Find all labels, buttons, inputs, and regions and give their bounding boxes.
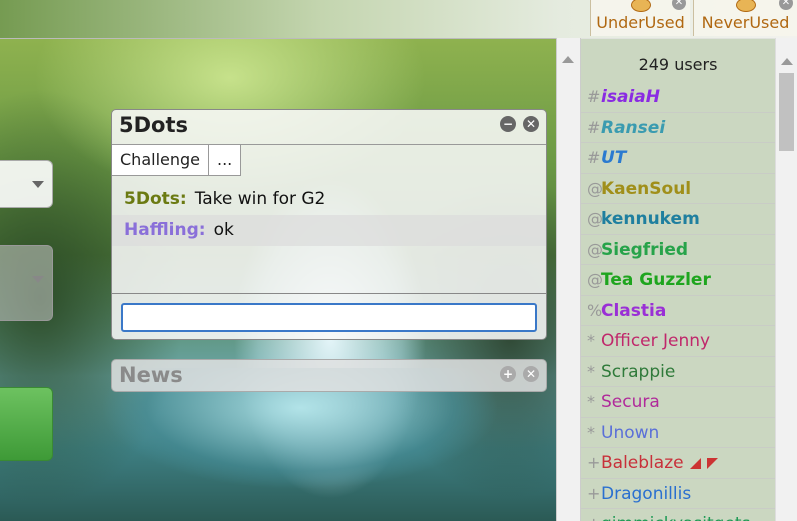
message-author[interactable]: 5Dots	[124, 189, 180, 209]
user-name[interactable]: Scrappie	[601, 362, 675, 382]
user-rank: @	[587, 270, 603, 289]
format-tab-label: UnderUsed	[596, 13, 685, 32]
format-tab-neverused[interactable]: ✕ NeverUsed	[693, 0, 797, 36]
user-rank: @	[587, 239, 603, 259]
userlist-scrollbar[interactable]	[775, 38, 797, 521]
format-tab-underused[interactable]: ✕ UnderUsed	[590, 0, 690, 36]
user-name[interactable]: Dragonillis	[601, 484, 691, 504]
user-name[interactable]: UT	[601, 148, 626, 168]
chat-bubble-icon	[630, 0, 651, 12]
user-rank: #	[587, 87, 601, 106]
user-list-item[interactable]: @Siegfried	[581, 235, 775, 265]
user-list-item[interactable]: * Officer Jenny	[581, 326, 775, 357]
news-panel: News + ✕	[111, 359, 547, 392]
user-rank: *	[587, 331, 595, 350]
chat-message: Haffling: ok	[112, 215, 546, 246]
user-rank: +	[587, 509, 601, 521]
minimize-icon[interactable]: −	[500, 116, 516, 132]
divider	[112, 293, 546, 294]
challenge-button[interactable]: Challenge	[112, 145, 209, 176]
chat-bubble-icon	[735, 0, 756, 12]
user-list-item[interactable]: @kennukem	[581, 204, 775, 235]
user-list-item[interactable]: %Clastia	[581, 296, 775, 326]
user-rank: @	[587, 178, 603, 198]
close-icon[interactable]: ✕	[672, 0, 686, 10]
user-list-item[interactable]: +gimmickyasitgets	[581, 509, 775, 521]
top-bar: ✕ UnderUsed ✕ NeverUsed	[0, 0, 797, 39]
user-rank: @	[587, 209, 603, 228]
user-name[interactable]: Ransei	[601, 118, 665, 138]
user-list-item[interactable]: #isaiaH	[581, 82, 775, 113]
message-log: 5Dots: Take win for G2 Haffling: ok	[112, 184, 546, 246]
user-name[interactable]: isaiaH	[601, 87, 660, 107]
user-rank: *	[587, 422, 595, 442]
message-colon: :	[198, 220, 206, 240]
user-list-item[interactable]: @KaenSoul	[581, 174, 775, 204]
close-icon[interactable]: ✕	[523, 366, 539, 382]
user-rank: *	[587, 392, 595, 411]
format-select[interactable]	[0, 160, 53, 208]
message-author[interactable]: Haffling	[124, 220, 199, 240]
battle-button[interactable]	[0, 387, 53, 461]
user-rank: +	[587, 483, 601, 503]
main-scrollbar[interactable]	[556, 38, 580, 521]
chevron-down-icon	[32, 276, 44, 283]
message-text: Take win for G2	[194, 189, 326, 209]
scroll-thumb[interactable]	[779, 73, 794, 151]
user-name[interactable]: gimmickyasitgets	[601, 514, 750, 521]
chevron-down-icon	[32, 181, 44, 188]
chat-message: 5Dots: Take win for G2	[112, 184, 546, 215]
user-list-item[interactable]: #Ransei	[581, 113, 775, 143]
user-name[interactable]: Secura	[601, 392, 660, 412]
scroll-up-icon[interactable]	[781, 58, 793, 65]
user-list-item[interactable]: #UT	[581, 143, 775, 174]
user-rank: +	[587, 453, 601, 472]
chat-input[interactable]	[121, 303, 537, 332]
chat-room-panel: 5Dots − ✕ Challenge ... 5Dots: Take win f…	[111, 109, 547, 340]
user-name[interactable]: Siegfried	[601, 240, 688, 260]
room-tabs: Challenge ...	[112, 144, 546, 176]
user-name[interactable]: Baleblaze	[601, 453, 684, 473]
user-list-item[interactable]: * Scrappie	[581, 357, 775, 387]
user-name[interactable]: KaenSoul	[601, 179, 691, 199]
expand-icon[interactable]: +	[500, 366, 516, 382]
user-rank: #	[587, 148, 601, 167]
status-flag-icon	[706, 457, 718, 469]
user-name[interactable]: Unown	[601, 423, 659, 443]
room-title: 5Dots	[119, 113, 189, 137]
news-title: News	[119, 363, 183, 387]
user-rank: #	[587, 117, 601, 137]
team-select[interactable]	[0, 245, 53, 321]
scroll-up-icon[interactable]	[562, 56, 574, 63]
message-colon: :	[179, 189, 187, 209]
format-tab-label: NeverUsed	[701, 13, 790, 32]
user-list-item[interactable]: * Secura	[581, 387, 775, 418]
user-list-item[interactable]: @Tea Guzzler	[581, 265, 775, 296]
close-icon[interactable]: ✕	[523, 116, 539, 132]
user-list-item[interactable]: * Unown	[581, 418, 775, 448]
user-name[interactable]: kennukem	[601, 209, 700, 229]
user-name[interactable]: Officer Jenny	[601, 331, 710, 351]
message-text: ok	[213, 220, 234, 240]
user-name[interactable]: Clastia	[601, 301, 666, 321]
user-rank: %	[587, 300, 603, 320]
close-icon[interactable]: ✕	[779, 0, 793, 10]
user-count: 249 users	[638, 55, 718, 74]
user-list-item[interactable]: +Dragonillis	[581, 479, 775, 509]
user-list-item[interactable]: +Baleblaze	[581, 448, 775, 479]
user-rank: *	[587, 361, 595, 381]
user-name[interactable]: Tea Guzzler	[601, 270, 711, 290]
user-list: 249 users #isaiaH #Ransei #UT @KaenSoul @ken…	[580, 38, 775, 521]
more-button[interactable]: ...	[209, 145, 242, 176]
status-flag-icon	[689, 457, 701, 469]
